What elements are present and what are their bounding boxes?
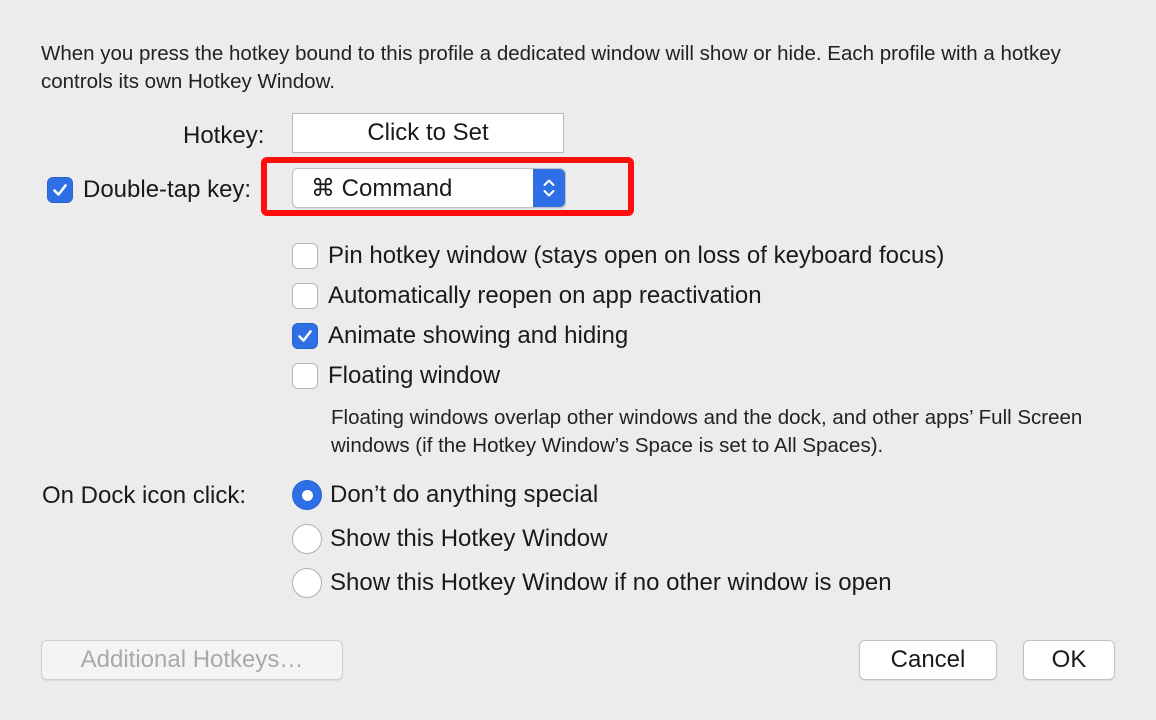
dock-option-nothing-row: Don’t do anything special xyxy=(292,480,598,510)
double-tap-checkbox[interactable] xyxy=(47,177,73,203)
annotation-highlight-box xyxy=(261,157,634,216)
pin-hotkey-window-checkbox[interactable] xyxy=(292,243,318,269)
dock-option-show-label: Show this Hotkey Window xyxy=(330,525,608,552)
floating-window-label: Floating window xyxy=(328,362,501,389)
cancel-label: Cancel xyxy=(890,646,966,673)
double-tap-row: Double-tap key: xyxy=(47,176,251,204)
dock-click-label: On Dock icon click: xyxy=(42,482,247,509)
hotkey-set-button[interactable]: Click to Set xyxy=(292,113,564,153)
auto-reopen-label: Automatically reopen on app reactivation xyxy=(328,282,762,309)
double-tap-label: Double-tap key: xyxy=(83,176,252,203)
dock-option-show-if-none-row: Show this Hotkey Window if no other wind… xyxy=(292,568,892,598)
option-pin-row: Pin hotkey window (stays open on loss of… xyxy=(292,242,944,270)
floating-help-text: Floating windows overlap other windows a… xyxy=(331,406,1083,457)
option-reopen-row: Automatically reopen on app reactivation xyxy=(292,282,762,310)
pin-hotkey-window-label: Pin hotkey window (stays open on loss of… xyxy=(328,242,945,269)
ok-label: OK xyxy=(1051,646,1087,673)
dock-option-show-radio[interactable] xyxy=(292,524,322,554)
additional-hotkeys-label: Additional Hotkeys… xyxy=(80,646,304,673)
floating-window-checkbox[interactable] xyxy=(292,363,318,389)
checkmark-icon xyxy=(53,184,67,196)
additional-hotkeys-button[interactable]: Additional Hotkeys… xyxy=(41,640,343,680)
option-animate-row: Animate showing and hiding xyxy=(292,322,628,350)
description-text: When you press the hotkey bound to this … xyxy=(41,42,1061,93)
animate-checkbox[interactable] xyxy=(292,323,318,349)
dock-option-show-row: Show this Hotkey Window xyxy=(292,524,607,554)
checkmark-icon xyxy=(298,330,312,342)
option-floating-row: Floating window xyxy=(292,362,500,390)
dock-option-nothing-label: Don’t do anything special xyxy=(330,481,599,508)
hotkey-set-button-label: Click to Set xyxy=(367,119,489,146)
dock-option-show-if-none-radio[interactable] xyxy=(292,568,322,598)
ok-button[interactable]: OK xyxy=(1023,640,1115,680)
animate-label: Animate showing and hiding xyxy=(328,322,629,349)
dock-option-show-if-none-label: Show this Hotkey Window if no other wind… xyxy=(330,569,892,596)
hotkey-label: Hotkey: xyxy=(183,122,265,149)
dock-option-nothing-radio[interactable] xyxy=(292,480,322,510)
auto-reopen-checkbox[interactable] xyxy=(292,283,318,309)
cancel-button[interactable]: Cancel xyxy=(859,640,997,680)
